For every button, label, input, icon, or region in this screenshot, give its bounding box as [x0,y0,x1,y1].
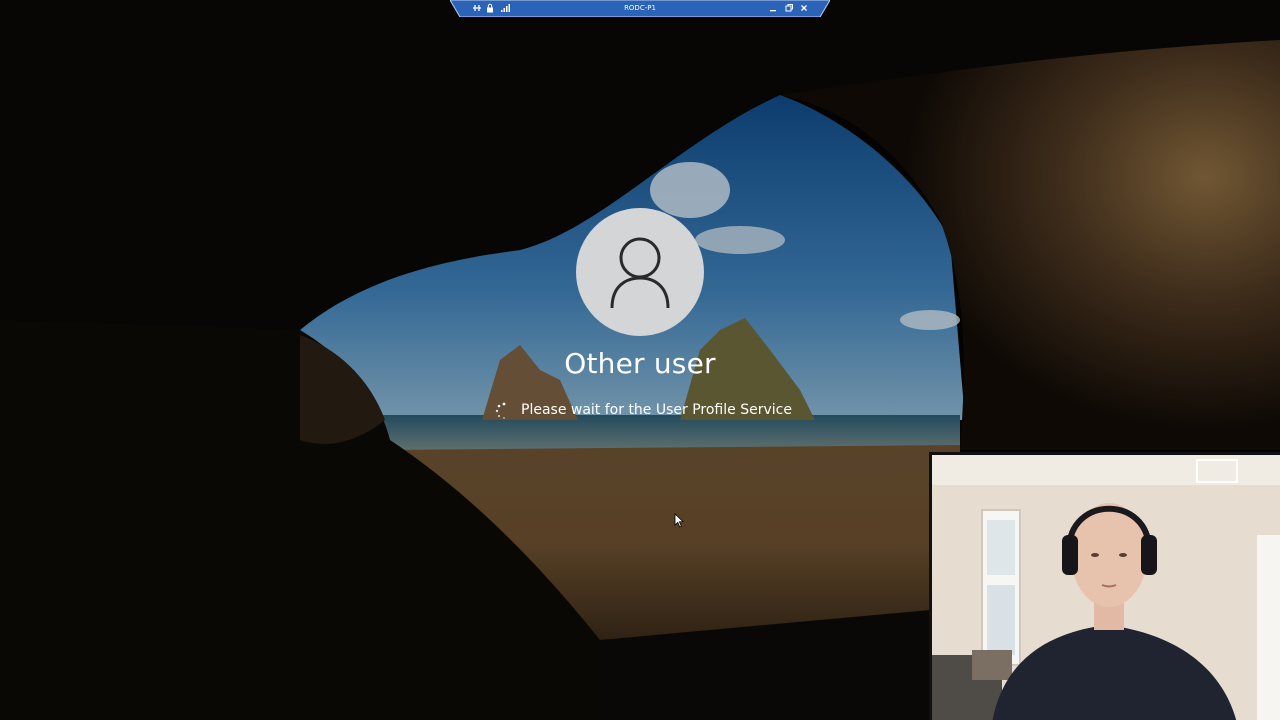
login-panel: Other user Please wait for the User Prof… [460,205,820,435]
webcam-feed-image [932,455,1280,720]
username-label: Other user [564,347,716,380]
loading-spinner-icon [494,401,514,421]
status-row: Please wait for the User Profile Service [460,401,820,421]
close-icon[interactable] [798,2,810,14]
user-avatar-icon[interactable] [576,208,704,336]
minimize-icon[interactable] [767,2,779,14]
status-message: Please wait for the User Profile Service [521,402,792,418]
webcam-overlay [929,452,1280,720]
rdp-connection-bar[interactable]: RODC-P1 [450,0,830,17]
mouse-cursor-icon [674,513,684,528]
restore-icon[interactable] [783,2,795,14]
